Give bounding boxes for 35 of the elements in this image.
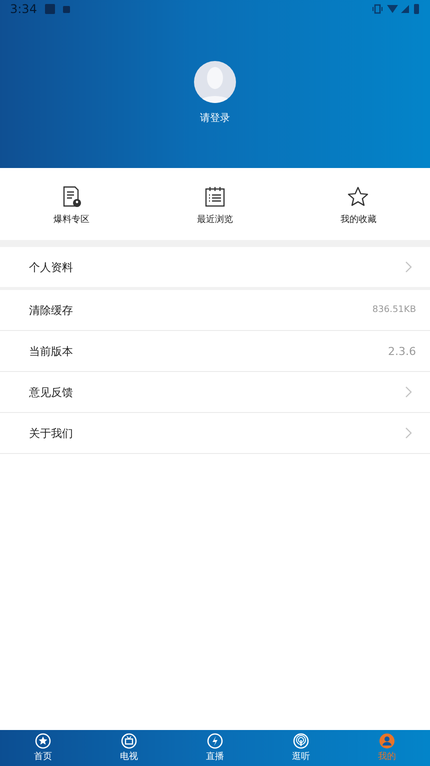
lightning-icon bbox=[207, 733, 223, 749]
notification-icon bbox=[62, 6, 70, 12]
shortcut-label[interactable]: 我的收藏 bbox=[340, 213, 376, 226]
settings-row[interactable]: 关于我们 bbox=[0, 413, 430, 454]
shortcut-label[interactable]: 最近浏览 bbox=[196, 213, 233, 226]
tab[interactable]: 电视 bbox=[86, 730, 172, 766]
row-label: 当前版本 bbox=[29, 344, 73, 358]
login-link[interactable]: 请登录 bbox=[200, 111, 230, 125]
status-time: 3:34 bbox=[10, 2, 37, 16]
row-label: 清除缓存 bbox=[29, 302, 73, 318]
antenna-icon bbox=[293, 733, 309, 749]
chevron-right-icon bbox=[405, 427, 412, 439]
row-value: 2.3.6 bbox=[388, 344, 416, 358]
tab[interactable]: 首页 bbox=[0, 730, 86, 766]
row-label: 关于我们 bbox=[29, 426, 73, 440]
person-icon bbox=[379, 733, 395, 749]
tab[interactable]: 直播 bbox=[172, 730, 258, 766]
calendar-list-icon[interactable] bbox=[204, 186, 225, 208]
status-icons bbox=[372, 3, 422, 15]
shortcut-label[interactable]: 爆料专区 bbox=[54, 213, 90, 226]
star-icon[interactable] bbox=[347, 186, 370, 208]
notification-icon bbox=[44, 4, 55, 14]
tv-icon bbox=[121, 733, 137, 749]
chevron-right-icon bbox=[405, 386, 412, 398]
settings-row[interactable]: 个人资料 bbox=[0, 247, 430, 290]
row-value: 836.51KB bbox=[372, 305, 416, 315]
avatar-icon[interactable] bbox=[193, 60, 237, 104]
tab[interactable]: 逛听 bbox=[258, 730, 344, 766]
settings-row[interactable]: 清除缓存 836.51KB bbox=[0, 290, 430, 331]
chevron-right-icon bbox=[405, 261, 412, 273]
settings-row[interactable]: 意见反馈 bbox=[0, 372, 430, 413]
document-icon[interactable] bbox=[62, 186, 82, 208]
row-label: 意见反馈 bbox=[29, 384, 73, 400]
settings-row[interactable]: 当前版本 2.3.6 bbox=[0, 331, 430, 372]
row-label: 个人资料 bbox=[29, 260, 73, 274]
